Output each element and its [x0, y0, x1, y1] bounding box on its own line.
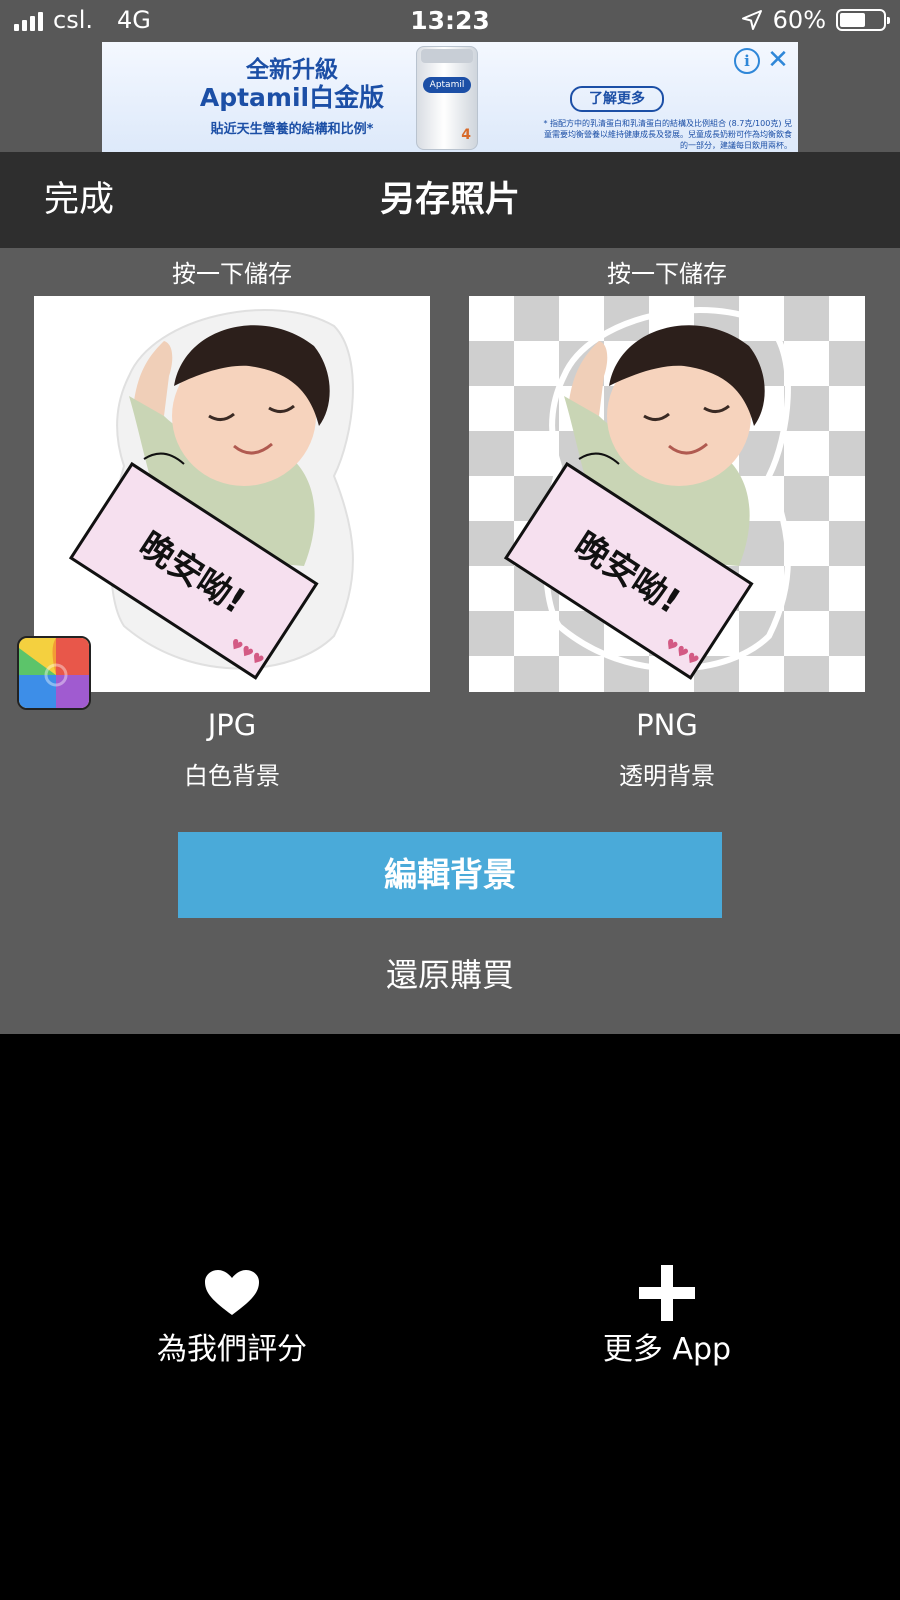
rate-us-button[interactable]: 為我們評分 — [82, 1262, 382, 1368]
ad-strip: 全新升級 Aptamil白金版 貼近天生營養的結構和比例* Aptamil 4 … — [0, 42, 900, 152]
png-preview-image[interactable]: 晚安呦! ♥♥♥ — [469, 296, 865, 692]
baby-sticker-image: 晚安呦! ♥♥♥ — [68, 309, 354, 680]
tap-to-save-hint: 按一下儲存 — [172, 260, 292, 288]
close-icon[interactable]: ✕ — [764, 46, 792, 74]
background-label: 透明背景 — [619, 762, 715, 790]
ad-product-stage: 4 — [461, 127, 471, 143]
info-icon[interactable]: i — [734, 48, 760, 74]
status-right: 60% — [741, 6, 890, 34]
ad-product-logo: Aptamil — [423, 77, 471, 93]
tap-to-save-hint: 按一下儲存 — [607, 260, 727, 288]
more-apps-button[interactable]: 更多 App — [517, 1262, 817, 1368]
jpg-preview-image[interactable]: 晚安呦! ♥♥♥ — [34, 296, 430, 692]
save-options-panel: 按一下儲存 晚安呦! ♥♥♥ JPG 白色背景 按一下儲存 晚安呦! ♥♥♥ P… — [0, 248, 900, 1034]
battery-icon — [836, 9, 890, 31]
baby-sticker-image: 晚安呦! ♥♥♥ — [503, 307, 791, 680]
more-apps-label: 更多 App — [602, 1332, 732, 1367]
nav-bar: 完成 另存照片 — [0, 152, 900, 248]
heart-icon — [82, 1262, 382, 1324]
ad-cta-button[interactable]: 了解更多 — [570, 86, 664, 112]
edit-background-button[interactable]: 編輯背景 — [178, 832, 722, 918]
plus-icon — [517, 1262, 817, 1324]
ad-product-image: Aptamil 4 — [416, 46, 478, 150]
battery-percent: 60% — [772, 6, 826, 34]
rate-us-label: 為我們評分 — [157, 1332, 307, 1367]
color-wheel-app-icon[interactable] — [17, 636, 91, 710]
ad-fine-print: * 指配方中的乳清蛋白和乳清蛋白的結構及比例組合 (8.7克/100克) 兒童需… — [543, 119, 792, 150]
background-label: 白色背景 — [184, 762, 280, 790]
status-bar: csl. 4G 13:23 60% — [0, 0, 900, 42]
format-label: JPG — [207, 708, 257, 742]
restore-purchase-button[interactable]: 還原購買 — [0, 950, 900, 996]
format-label: PNG — [636, 708, 698, 742]
location-arrow-icon — [741, 10, 762, 30]
page-title: 另存照片 — [379, 180, 520, 220]
ad-banner[interactable]: 全新升級 Aptamil白金版 貼近天生營養的結構和比例* Aptamil 4 … — [102, 42, 798, 152]
